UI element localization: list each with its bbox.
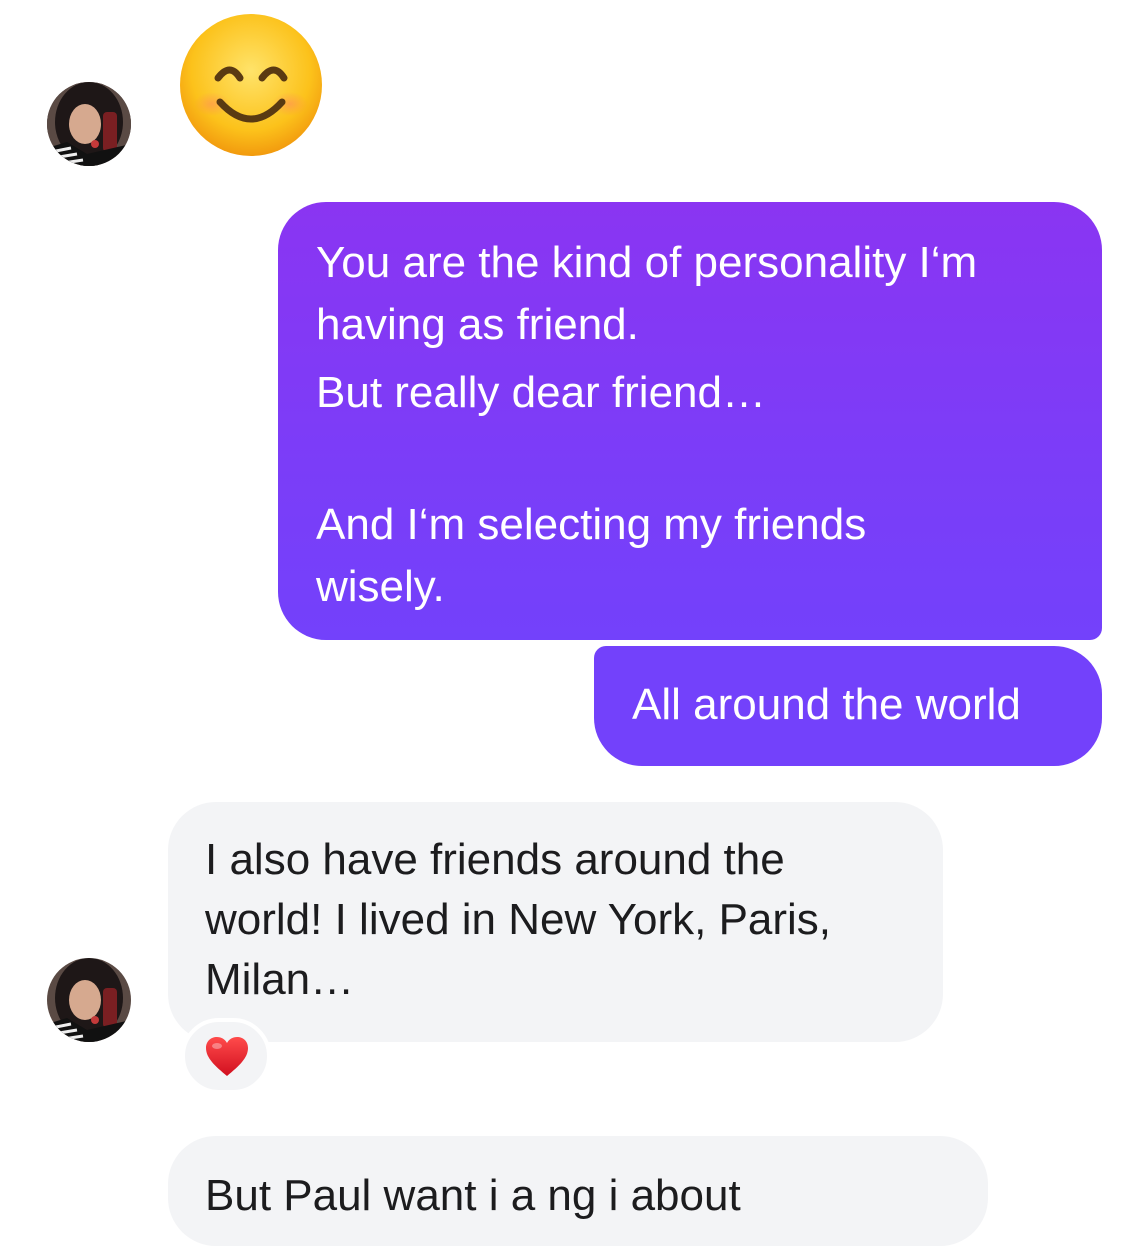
message-text: But Paul want i a ng i about xyxy=(205,1171,741,1220)
smiling-face-icon xyxy=(180,14,322,156)
message-reaction[interactable] xyxy=(181,1018,271,1094)
incoming-message-bubble[interactable]: But Paul want i a ng i about xyxy=(168,1136,988,1246)
avatar-photo-icon xyxy=(47,958,131,1042)
message-text-line: You are the kind of personality I‘m xyxy=(316,238,978,287)
message-text-line: I also have friends around the xyxy=(205,835,785,884)
emoji-message[interactable] xyxy=(178,12,324,158)
message-text-line: Milan… xyxy=(205,955,355,1004)
outgoing-message-bubble[interactable]: All around the world xyxy=(594,646,1102,766)
contact-avatar[interactable] xyxy=(47,958,131,1042)
contact-avatar[interactable] xyxy=(47,82,131,166)
message-text-line: having as friend. xyxy=(316,300,639,349)
message-text-line: But really dear friend… xyxy=(316,368,766,417)
message-text: All around the world xyxy=(632,680,1021,729)
message-text-line: wisely. xyxy=(316,562,445,611)
message-text-line: world! I lived in New York, Paris, xyxy=(205,895,832,944)
red-heart-icon xyxy=(206,1037,248,1076)
message-text-line: And I‘m selecting my friends xyxy=(316,500,867,549)
avatar-photo-icon xyxy=(47,82,131,166)
outgoing-message-bubble[interactable]: You are the kind of personality I‘m havi… xyxy=(278,202,1102,640)
incoming-message-bubble[interactable]: I also have friends around the world! I … xyxy=(168,802,943,1042)
